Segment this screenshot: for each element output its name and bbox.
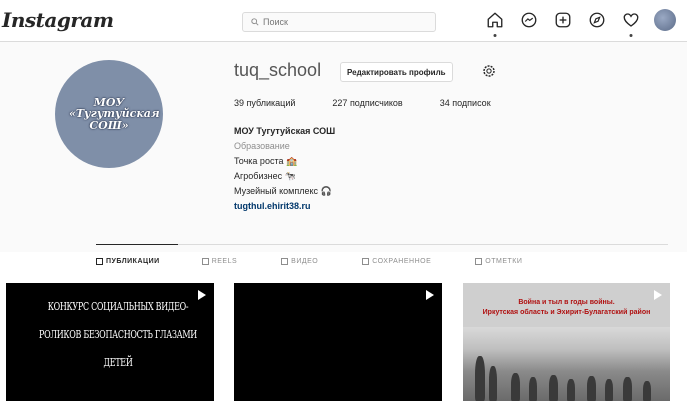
post-thumbnail-2[interactable] — [234, 283, 442, 401]
video-play-icon — [198, 290, 206, 300]
tab-tagged[interactable]: Отметки — [475, 258, 522, 265]
bio-line-1: Точка роста 🏫 — [234, 156, 298, 166]
post-thumbnail-3[interactable]: Война и тыл в годы войны. Иркутская обла… — [463, 283, 670, 401]
search-icon — [251, 18, 259, 26]
tab-posts[interactable]: Публикации — [96, 258, 160, 265]
bio-link[interactable]: tugthul.ehirit38.ru — [234, 199, 335, 214]
tabs-divider — [96, 244, 668, 245]
heart-icon[interactable] — [620, 9, 642, 37]
tagged-icon — [475, 258, 483, 265]
edit-profile-button[interactable]: Редактировать профиль — [340, 62, 453, 82]
settings-gear-icon[interactable] — [481, 63, 497, 79]
post-3-title: Война и тыл в годы войны. Иркутская обла… — [482, 299, 651, 316]
profile-stats: 39 публикаций 227 подписчиков 34 подписо… — [234, 98, 528, 108]
posts-count[interactable]: 39 публикаций — [234, 98, 295, 108]
war-photo — [463, 327, 670, 401]
profile-avatar[interactable]: МОУ «Тугутуйская СОШ» — [55, 60, 163, 168]
bio-line-3: Музейный комплекс 🎧 — [234, 186, 332, 196]
tab-video[interactable]: Видео — [281, 258, 318, 265]
grid-icon — [96, 258, 103, 265]
profile-username: tuq_school — [234, 60, 322, 80]
top-navigation-bar: Instagram — [0, 0, 687, 42]
video-icon — [281, 258, 289, 265]
bookmark-icon — [362, 258, 370, 265]
new-post-icon[interactable] — [552, 9, 574, 31]
search-box[interactable] — [242, 12, 436, 32]
explore-icon[interactable] — [586, 9, 608, 31]
video-play-icon — [426, 290, 434, 300]
following-count[interactable]: 34 подписок — [440, 98, 491, 108]
profile-header: МОУ «Тугутуйская СОШ» tuq_school Редакти… — [0, 42, 687, 252]
messenger-icon[interactable] — [518, 9, 540, 31]
active-tab-indicator — [96, 244, 178, 245]
post-thumbnail-1[interactable]: КОНКУРС СОЦИАЛЬНЫХ ВИДЕО-РОЛИКОВ БЕЗОПАС… — [6, 283, 214, 401]
profile-bio: МОУ Тугутуйская СОШ Образование Точка ро… — [234, 124, 335, 214]
home-icon[interactable] — [484, 9, 506, 37]
profile-tabs: Публикации Reels Видео Сохраненное Отмет… — [96, 258, 522, 265]
search-input[interactable] — [263, 17, 413, 27]
followers-count[interactable]: 227 подписчиков — [332, 98, 402, 108]
bio-category: Образование — [234, 141, 290, 151]
reels-icon — [201, 258, 209, 265]
video-play-icon — [654, 290, 662, 300]
tab-saved[interactable]: Сохраненное — [362, 258, 431, 265]
avatar-text: МОУ «Тугутуйская СОШ» — [69, 95, 160, 132]
nav-icons — [484, 9, 676, 37]
tab-reels[interactable]: Reels — [201, 258, 237, 265]
bio-line-2: Агробизнес 🐄 — [234, 171, 296, 181]
post-1-caption: КОНКУРС СОЦИАЛЬНЫХ ВИДЕО-РОЛИКОВ БЕЗОПАС… — [39, 300, 197, 369]
profile-avatar-icon[interactable] — [654, 9, 676, 31]
bio-name: МОУ Тугутуйская СОШ — [234, 126, 336, 136]
instagram-logo[interactable]: Instagram — [2, 8, 114, 32]
